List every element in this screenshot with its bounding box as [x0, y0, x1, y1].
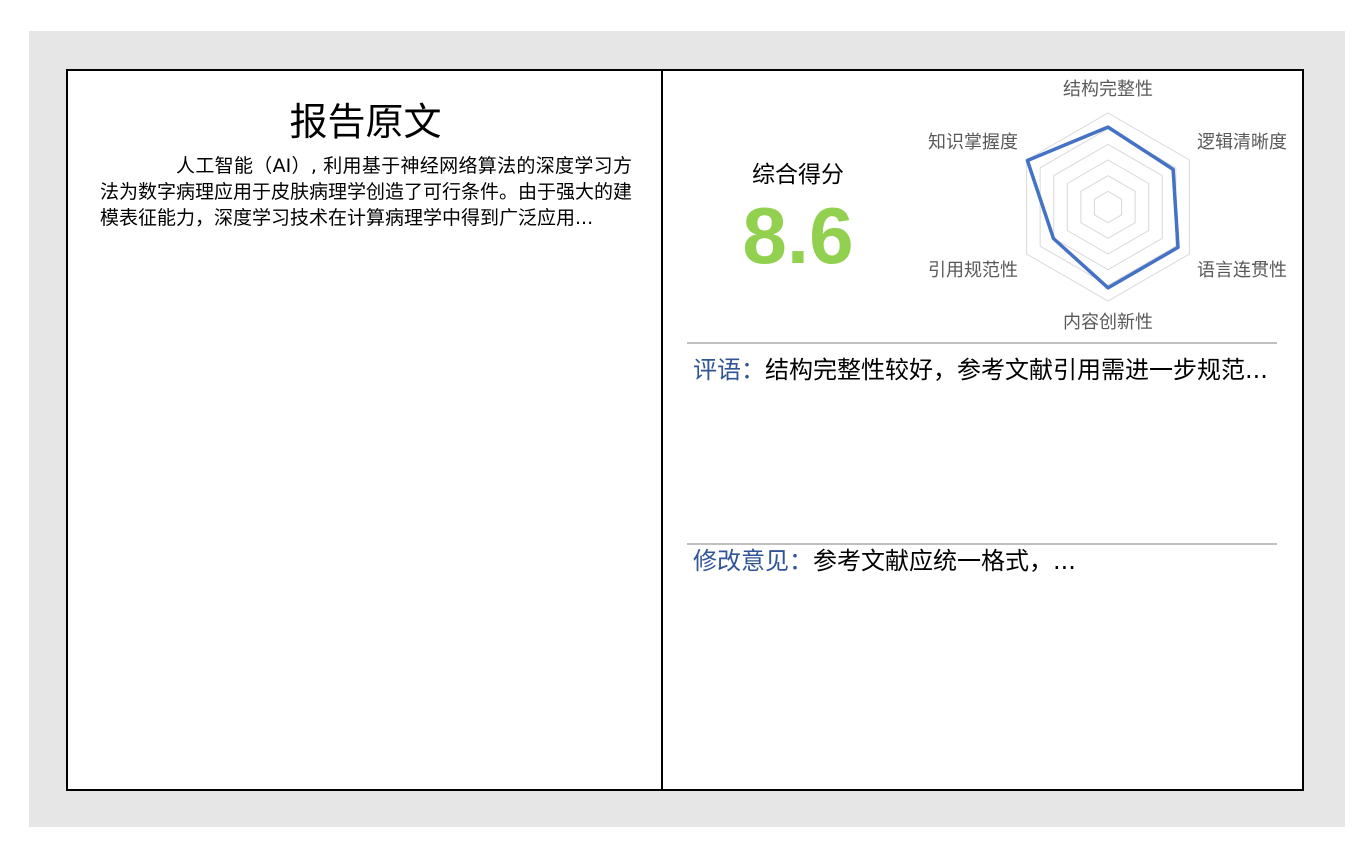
- radar-axis-label: 内容创新性: [1063, 312, 1153, 333]
- radar-axis-label: 逻辑清晰度: [1197, 132, 1287, 153]
- radar-series-polygon: [1025, 125, 1180, 290]
- divider-line: [687, 342, 1277, 344]
- divider-line: [687, 543, 1277, 545]
- radar-grid-ring: [1066, 159, 1150, 255]
- radar-data-point: [1025, 158, 1029, 162]
- comment-label: 评语：: [693, 356, 765, 384]
- radar-grid-ring: [1026, 112, 1190, 302]
- radar-axis-label: 语言连贯性: [1197, 260, 1287, 281]
- radar-grid-ring: [1053, 143, 1163, 271]
- overall-score-label: 综合得分: [752, 162, 844, 188]
- radar-data-point: [1106, 286, 1110, 290]
- radar-data-point: [1171, 167, 1175, 171]
- radar-axis-label: 结构完整性: [1063, 79, 1153, 100]
- comment-text: 结构完整性较好，参考文献引用需进一步规范...: [765, 356, 1268, 384]
- radar-axis-label: 知识掌握度: [928, 132, 1018, 153]
- overall-score-value: 8.6: [742, 191, 854, 280]
- report-evaluation-frame: 报告原文 人工智能（AI）, 利用基于神经网络算法的深度学习方法为数字病理应用于…: [66, 69, 1304, 791]
- evaluation-panel: 综合得分 8.6 结构完整性 逻辑清晰度 语言连贯性 内容创新性 引用规范性 知识掌握度 …: [665, 71, 1302, 789]
- radar-grid-ring: [1080, 175, 1136, 239]
- radar-data-point: [1176, 245, 1180, 249]
- suggestion-section: 修改意见：参考文献应统一格式，...: [693, 546, 1273, 576]
- report-title: 报告原文: [289, 100, 442, 144]
- comment-section: 评语：结构完整性较好，参考文献引用需进一步规范...: [693, 355, 1273, 385]
- radar-chart: 结构完整性逻辑清晰度语言连贯性内容创新性 引用规范性 知识掌握度: [928, 79, 1287, 333]
- report-original-panel: 报告原文 人工智能（AI）, 利用基于神经网络算法的深度学习方法为数字病理应用于…: [68, 71, 663, 789]
- radar-grid-ring: [1093, 190, 1123, 224]
- radar-data-point: [1051, 236, 1055, 240]
- report-body-text: 人工智能（AI）, 利用基于神经网络算法的深度学习方法为数字病理应用于皮肤病理学…: [100, 155, 633, 229]
- radar-data-point: [1106, 125, 1110, 129]
- radar-axis-label: 引用规范性: [928, 260, 1018, 281]
- suggestion-text: 参考文献应统一格式，...: [813, 547, 1076, 575]
- suggestion-label: 修改意见：: [693, 547, 813, 575]
